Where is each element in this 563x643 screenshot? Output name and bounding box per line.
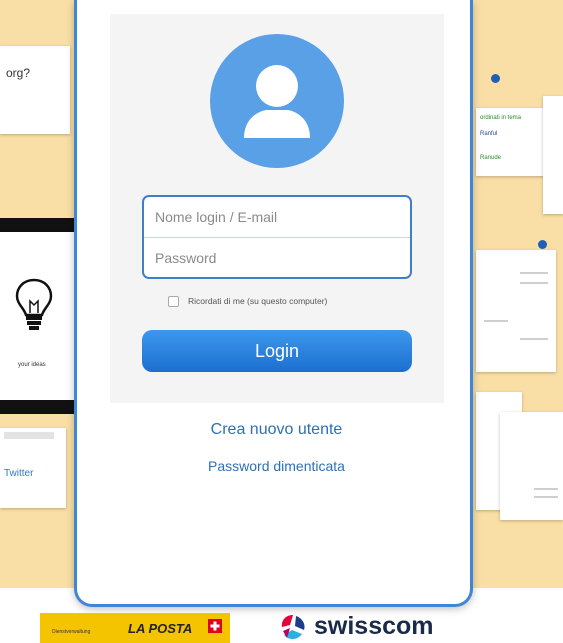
background-doc-line: [534, 496, 558, 498]
background-card-notes: ordinati in tema Ranful Ranude: [476, 108, 546, 176]
background-note-line-1: ordinati in tema: [480, 115, 522, 121]
background-pin-dot: [538, 240, 547, 249]
sponsor-logos: Dienstverwaltung LA POSTA swisscom: [0, 608, 563, 643]
forgot-password-link[interactable]: Password dimenticata: [77, 458, 476, 474]
background-card-twitter-text: Twitter: [4, 468, 34, 479]
background-pin-dot: [491, 74, 500, 83]
background-card-documents: [476, 250, 556, 372]
lightbulb-icon: [15, 278, 53, 330]
laposta-logo: Dienstverwaltung LA POSTA: [40, 613, 230, 643]
user-icon: [244, 65, 310, 138]
credentials-field-group: [142, 195, 412, 279]
username-input[interactable]: [144, 197, 410, 237]
login-panel: Ricordati di me (su questo computer) Log…: [110, 14, 444, 403]
background-card-image: [500, 412, 563, 520]
password-input[interactable]: [144, 238, 410, 277]
background-card-ideas: your ideas: [0, 232, 74, 400]
background-doc-line: [520, 338, 548, 340]
create-user-link[interactable]: Crea nuovo utente: [77, 421, 476, 439]
background-doc-line: [520, 272, 548, 274]
background-side-tab: [543, 96, 563, 214]
background-doc-line: [484, 320, 508, 322]
background-card-bar: [4, 432, 54, 439]
background-card-ideas-text: your ideas: [18, 362, 46, 368]
background-card-question-text: org?: [6, 66, 31, 80]
background-note-line-2: Ranful: [480, 131, 498, 137]
swisscom-name: swisscom: [314, 612, 434, 640]
remember-me[interactable]: Ricordati di me (su questo computer): [168, 293, 327, 309]
remember-me-label: Ricordati di me (su questo computer): [188, 296, 328, 306]
swisscom-lifeform-icon: [281, 614, 305, 639]
background-doc-line: [534, 488, 558, 490]
background-card-twitter: Twitter: [0, 428, 66, 508]
background-black-strip-top: [0, 218, 74, 232]
laposta-tagline: Dienstverwaltung: [52, 629, 91, 635]
background-doc-line: [520, 282, 548, 284]
laposta-name: LA POSTA: [128, 621, 193, 636]
login-modal: Ricordati di me (su questo computer) Log…: [74, 0, 473, 607]
background-card-question: org?: [0, 46, 70, 134]
avatar: [210, 34, 344, 168]
remember-me-checkbox[interactable]: [168, 295, 179, 307]
background-black-strip-bottom: [0, 400, 74, 414]
background-note-line-3: Ranude: [480, 155, 502, 161]
swiss-cross-icon: [208, 619, 222, 633]
login-button[interactable]: Login: [142, 330, 412, 372]
swisscom-logo: swisscom: [278, 610, 434, 643]
